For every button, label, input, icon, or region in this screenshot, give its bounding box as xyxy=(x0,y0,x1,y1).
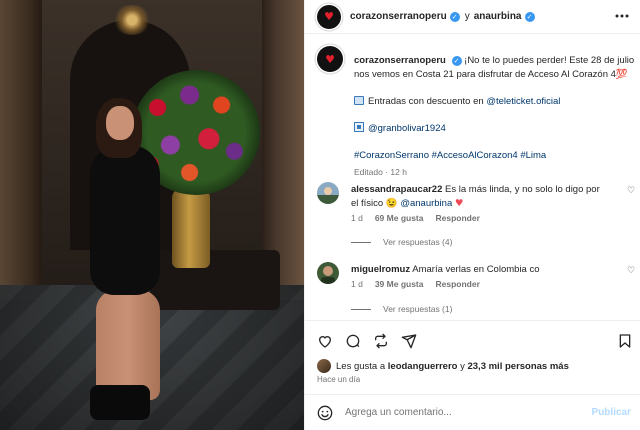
verified-icon: ✓ xyxy=(449,11,460,22)
photo-person-face xyxy=(106,106,134,140)
liker-avatar[interactable] xyxy=(317,359,331,373)
share-icon[interactable] xyxy=(401,333,417,349)
comment-age: 1 d xyxy=(351,279,363,289)
comment-item: alessandrapaucar22 Es la más linda, y no… xyxy=(317,182,640,262)
comment-meta: 1 d 69 Me gusta Responder xyxy=(351,213,480,223)
caption-tickets-line: Entradas con descuento en @teleticket.of… xyxy=(354,95,638,109)
more-options-icon[interactable] xyxy=(615,14,629,18)
replies-label: Ver respuestas (1) xyxy=(383,304,453,314)
emoji-icon[interactable] xyxy=(317,405,333,421)
red-heart-emoji-icon: ♥ xyxy=(454,198,464,209)
comment-item: miguelromuz Amaría verlas en Colombia co… xyxy=(317,262,640,320)
photo-table xyxy=(150,250,280,310)
comment-avatar[interactable] xyxy=(317,262,339,284)
likes-others[interactable]: 23,3 mil personas más xyxy=(467,361,568,372)
post-photo[interactable] xyxy=(0,0,304,430)
add-comment-bar: Publicar xyxy=(305,394,640,430)
caption-venue-line: @granbolivar1924 xyxy=(354,122,638,136)
avatar-photo-icon xyxy=(317,262,339,284)
comment-text-block: miguelromuz Amaría verlas en Colombia co xyxy=(351,263,601,277)
brand-heart-icon: ♥ xyxy=(325,52,335,66)
post-header: ♥ corazonserranoperu ✓ y anaurbina ✓ xyxy=(305,0,640,34)
header-collaborator-name[interactable]: anaurbina xyxy=(474,11,522,22)
teleticket-link[interactable]: @teleticket.oficial xyxy=(486,96,560,107)
save-bookmark-icon[interactable] xyxy=(617,333,633,349)
caption-first-paragraph: corazonserranoperu ✓ ¡No te lo puedes pe… xyxy=(354,54,638,82)
photo-chandelier xyxy=(112,5,152,35)
comment-like-icon[interactable]: ♡ xyxy=(627,266,637,276)
photo-vase xyxy=(172,188,210,268)
post-timestamp[interactable]: Hace un día xyxy=(317,375,360,384)
comment-bubble-icon[interactable] xyxy=(345,333,361,349)
comment-likes[interactable]: 69 Me gusta xyxy=(375,213,424,223)
liker-username[interactable]: leodanguerrero xyxy=(388,361,458,372)
venue-link[interactable]: @granbolivar1924 xyxy=(368,123,446,134)
header-names: corazonserranoperu ✓ y anaurbina ✓ xyxy=(350,11,535,22)
likes-prefix: Les gusta a xyxy=(336,360,386,372)
header-connector: y xyxy=(464,11,470,22)
comments-scroll-area[interactable]: ♥ corazonserranoperu ✓ ¡No te lo puedes … xyxy=(305,34,640,320)
replies-label: Ver respuestas (4) xyxy=(383,237,453,247)
caption-hashtags[interactable]: #CorazonSerrano #AccesoAlCorazon4 #Lima xyxy=(354,149,638,163)
photo-person-legs xyxy=(96,290,160,400)
verified-icon: ✓ xyxy=(451,56,462,66)
comment-mention[interactable]: @anaurbina xyxy=(400,198,452,209)
photo-person-shoes xyxy=(90,385,150,420)
caption-tickets-text: Entradas con descuento en xyxy=(368,96,484,107)
caption-edited: Editado · 12 h xyxy=(354,167,407,177)
avatar-photo-icon xyxy=(317,182,339,204)
account-avatar[interactable]: ♥ xyxy=(317,4,341,29)
location-emoji-icon xyxy=(354,122,364,132)
comment-avatar[interactable] xyxy=(317,182,339,204)
comment-text: Amaría verlas en Colombia co xyxy=(412,264,540,275)
ticket-emoji-icon xyxy=(354,96,364,105)
comment-age: 1 d xyxy=(351,213,363,223)
comment-username[interactable]: miguelromuz xyxy=(351,264,410,275)
header-account-name[interactable]: corazonserranoperu xyxy=(350,11,447,22)
verified-icon: ✓ xyxy=(524,11,535,22)
comment-likes[interactable]: 39 Me gusta xyxy=(375,279,424,289)
likes-summary: Les gusta a leodanguerrero y 23,3 mil pe… xyxy=(317,358,637,374)
repost-icon[interactable] xyxy=(373,333,389,349)
caption-avatar[interactable]: ♥ xyxy=(317,46,343,72)
post-panel: ♥ corazonserranoperu ✓ y anaurbina ✓ ♥ c… xyxy=(304,0,640,430)
brand-heart-icon: ♥ xyxy=(324,10,334,23)
likes-connector: y xyxy=(460,360,465,372)
view-replies-button[interactable]: Ver respuestas (4) xyxy=(351,237,452,247)
view-replies-button[interactable]: Ver respuestas (1) xyxy=(351,304,452,314)
like-heart-icon[interactable] xyxy=(317,333,333,349)
caption-body: corazonserranoperu ✓ ¡No te lo puedes pe… xyxy=(354,54,638,179)
replies-divider-line xyxy=(351,308,371,310)
comment-like-icon[interactable]: ♡ xyxy=(627,186,637,196)
caption-username[interactable]: corazonserranoperu xyxy=(354,55,446,66)
comment-text-block: alessandrapaucar22 Es la más linda, y no… xyxy=(351,183,601,211)
comment-input[interactable] xyxy=(345,407,585,418)
comment-meta: 1 d 39 Me gusta Responder xyxy=(351,279,480,289)
photo-pillar-left xyxy=(0,0,42,300)
replies-divider-line xyxy=(351,241,371,243)
photo-person-body xyxy=(90,145,160,295)
post-actions-bar xyxy=(305,320,640,360)
comment-reply-button[interactable]: Responder xyxy=(435,213,479,223)
comment-reply-button[interactable]: Responder xyxy=(435,279,479,289)
comment-username[interactable]: alessandrapaucar22 xyxy=(351,184,442,195)
post-comment-button[interactable]: Publicar xyxy=(592,407,631,418)
